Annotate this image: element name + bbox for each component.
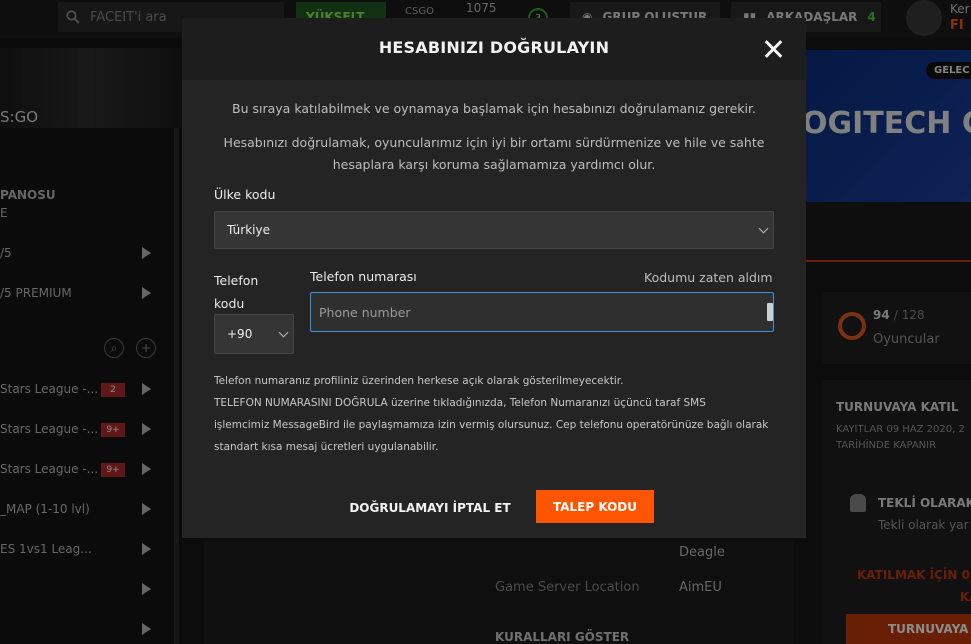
phone-number-label: Telefon numarası <box>310 269 417 284</box>
intro-text-2: Hesabınızı doğrulamak, oyuncularımız içi… <box>223 135 765 172</box>
intro-text-1: Bu sıraya katılabilmek ve oynamaya başla… <box>232 101 756 116</box>
country-value: Türkiye <box>227 223 270 237</box>
modal-title: HESABINIZI DOĞRULAYIN <box>378 38 610 57</box>
privacy-note-2: TELEFON NUMARASINI DOĞRULA üzerine tıkla… <box>214 397 706 409</box>
privacy-note-3: işlemcimiz MessageBird ile paylaşmamıza … <box>214 419 769 431</box>
chevron-down-icon <box>758 223 769 234</box>
country-select[interactable]: Türkiye <box>214 211 774 249</box>
request-code-button[interactable]: TALEP KODU <box>536 490 654 523</box>
verify-account-modal: HESABINIZI DOĞRULAYIN Bu sıraya katılabi… <box>182 18 806 538</box>
country-code-label: Ülke kodu <box>214 187 276 202</box>
privacy-note-4: standart kısa mesaj ücretleri uygulanabi… <box>214 441 439 453</box>
phone-code-select[interactable]: +90 <box>214 314 294 354</box>
chevron-down-icon <box>278 327 289 338</box>
autofill-icon[interactable] <box>767 303 773 321</box>
phone-number-input[interactable] <box>310 292 774 332</box>
phone-code-label: Telefon kodu <box>214 273 259 311</box>
already-have-code-link[interactable]: Kodumu zaten aldım <box>644 270 773 285</box>
phone-code-value: +90 <box>227 327 253 341</box>
cancel-verification-button[interactable]: DOĞRULAMAYI İPTAL ET <box>342 492 518 524</box>
close-icon[interactable] <box>762 38 784 60</box>
privacy-note-1: Telefon numaranız profiliniz üzerinden h… <box>214 375 624 387</box>
